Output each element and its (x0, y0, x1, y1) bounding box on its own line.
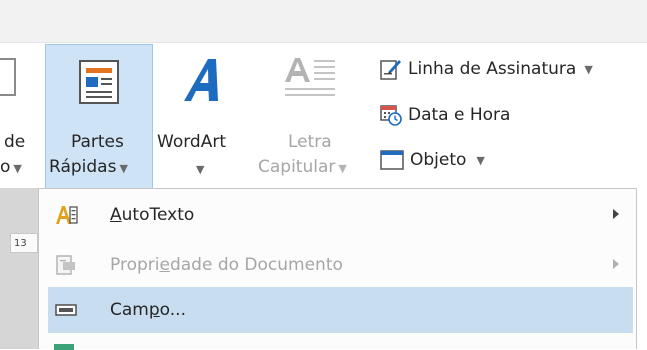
drop-cap-label-2: Capitular ▼ (258, 157, 347, 177)
drop-cap-icon (285, 58, 335, 96)
quick-parts-label-1: Partes (71, 132, 124, 152)
object-dropdown-icon: ▼ (476, 153, 485, 167)
partial-button-icon (0, 58, 16, 96)
calendar-clock-icon (380, 105, 402, 126)
field-icon (55, 304, 77, 316)
menu-item-label: Campo... (110, 300, 186, 320)
wordart-icon (184, 59, 218, 101)
quick-access-bar (0, 0, 647, 43)
menu-item-label: AutoTexto (110, 205, 195, 225)
submenu-arrow-icon (613, 259, 619, 269)
document-background (0, 188, 38, 349)
partial-button-label-1: de (4, 132, 26, 152)
object-label: Objeto (410, 150, 467, 170)
partial-button-label-2: o ▼ (0, 157, 22, 177)
object-window-icon (380, 150, 404, 170)
quick-parts-icon (79, 60, 119, 104)
signature-line-label: Linha de Assinatura (408, 59, 577, 79)
submenu-arrow-icon (613, 209, 619, 219)
quick-parts-menu: AutoTexto Propriedade do Documento Campo… (38, 188, 637, 350)
date-time-button[interactable]: Data e Hora (380, 101, 510, 129)
drop-cap-label-1: Letra (288, 132, 332, 152)
date-time-label: Data e Hora (408, 105, 511, 125)
next-item-icon (54, 344, 74, 350)
menu-item-label: Propriedade do Documento (110, 255, 343, 275)
document-property-icon (56, 255, 75, 275)
signature-line-button[interactable]: Linha de Assinatura ▼ (380, 55, 593, 83)
menu-item-field[interactable]: Campo... (48, 287, 633, 333)
menu-item-document-property[interactable]: Propriedade do Documento (48, 242, 633, 288)
wordart-label: WordArt (157, 132, 226, 152)
autotext-icon (56, 206, 78, 224)
wordart-dropdown-icon: ▼ (196, 163, 205, 176)
object-button[interactable]: Objeto ▼ (380, 146, 485, 174)
menu-item-autotext[interactable]: AutoTexto (48, 192, 633, 238)
ruler-number: 13 (14, 238, 27, 249)
signature-pen-icon (380, 60, 401, 80)
signature-line-dropdown-icon: ▼ (584, 62, 593, 76)
quick-parts-label-2: Rápidas ▼ (49, 157, 128, 177)
